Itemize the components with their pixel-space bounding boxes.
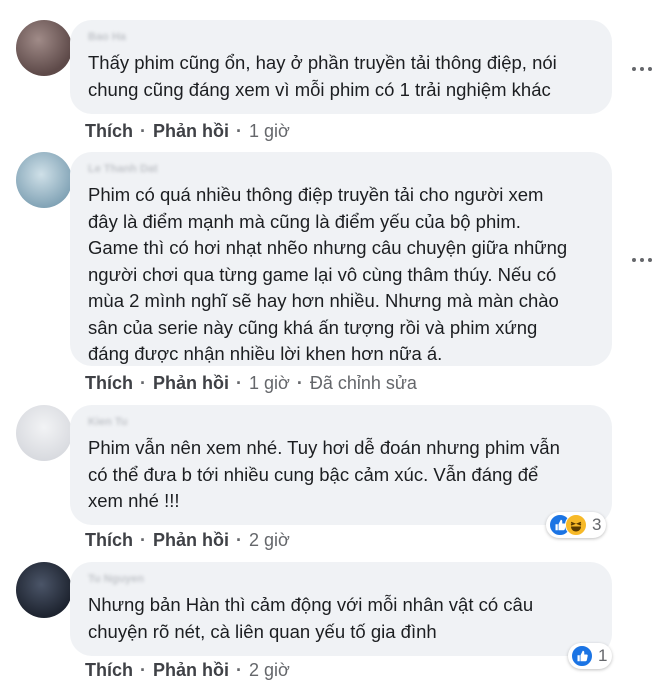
reply-button[interactable]: Phản hồi [153,660,229,681]
comment-text: Nhưng bản Hàn thì cảm động với mỗi nhân … [88,594,534,642]
comment-actions: Thích · Phản hồi · 1 giờ [85,121,290,142]
author-name[interactable]: Bao Ha [88,30,594,44]
timestamp[interactable]: 2 giờ [249,530,290,551]
comment-bubble: Tu Nguyen Nhưng bản Hàn thì cảm động với… [70,562,612,656]
separator: · [140,121,146,141]
separator: · [140,660,146,680]
timestamp[interactable]: 1 giờ [249,373,290,394]
separator: · [140,530,146,550]
like-icon [571,645,593,667]
author-name[interactable]: Kien Tu [88,415,594,429]
separator: · [140,373,146,393]
avatar[interactable] [16,152,72,208]
comment-actions: Thích · Phản hồi · 2 giờ [85,660,290,681]
reply-button[interactable]: Phản hồi [153,121,229,142]
comment-actions: Thích · Phản hồi · 2 giờ [85,530,290,551]
like-button[interactable]: Thích [85,373,133,394]
author-name[interactable]: Tu Nguyen [88,572,594,586]
separator: · [236,530,242,550]
separator: · [296,373,303,393]
reactions-summary[interactable]: 3 [546,512,607,538]
reply-button[interactable]: Phản hồi [153,530,229,551]
reply-button[interactable]: Phản hồi [153,373,229,394]
more-options-icon[interactable] [632,64,658,74]
haha-icon [565,514,587,536]
avatar[interactable] [16,405,72,461]
more-options-icon[interactable] [632,255,658,265]
like-button[interactable]: Thích [85,660,133,681]
comment-bubble: Bao Ha Thấy phim cũng ổn, hay ở phần tru… [70,20,612,114]
reaction-count: 1 [598,646,608,665]
separator: · [236,660,242,680]
like-button[interactable]: Thích [85,530,133,551]
edited-label[interactable]: Đã chỉnh sửa [310,373,417,394]
reaction-count: 3 [592,515,602,534]
like-button[interactable]: Thích [85,121,133,142]
separator: · [236,373,242,393]
comment-text: Phim có quá nhiều thông điệp truyền tải … [88,184,568,364]
avatar[interactable] [16,20,72,76]
avatar[interactable] [16,562,72,618]
comment-text: Phim vẫn nên xem nhé. Tuy hơi dễ đoán nh… [88,437,560,511]
timestamp[interactable]: 1 giờ [249,121,290,142]
comment-bubble: Le Thanh Dat Phim có quá nhiều thông điệ… [70,152,612,366]
timestamp[interactable]: 2 giờ [249,660,290,681]
author-name[interactable]: Le Thanh Dat [88,162,594,176]
comment-actions: Thích · Phản hồi · 1 giờ · Đã chỉnh sửa [85,373,417,394]
separator: · [236,121,242,141]
reactions-summary[interactable]: 1 [568,643,613,669]
comment-text: Thấy phim cũng ổn, hay ở phần truyền tải… [88,52,557,100]
comment-bubble: Kien Tu Phim vẫn nên xem nhé. Tuy hơi dễ… [70,405,612,525]
